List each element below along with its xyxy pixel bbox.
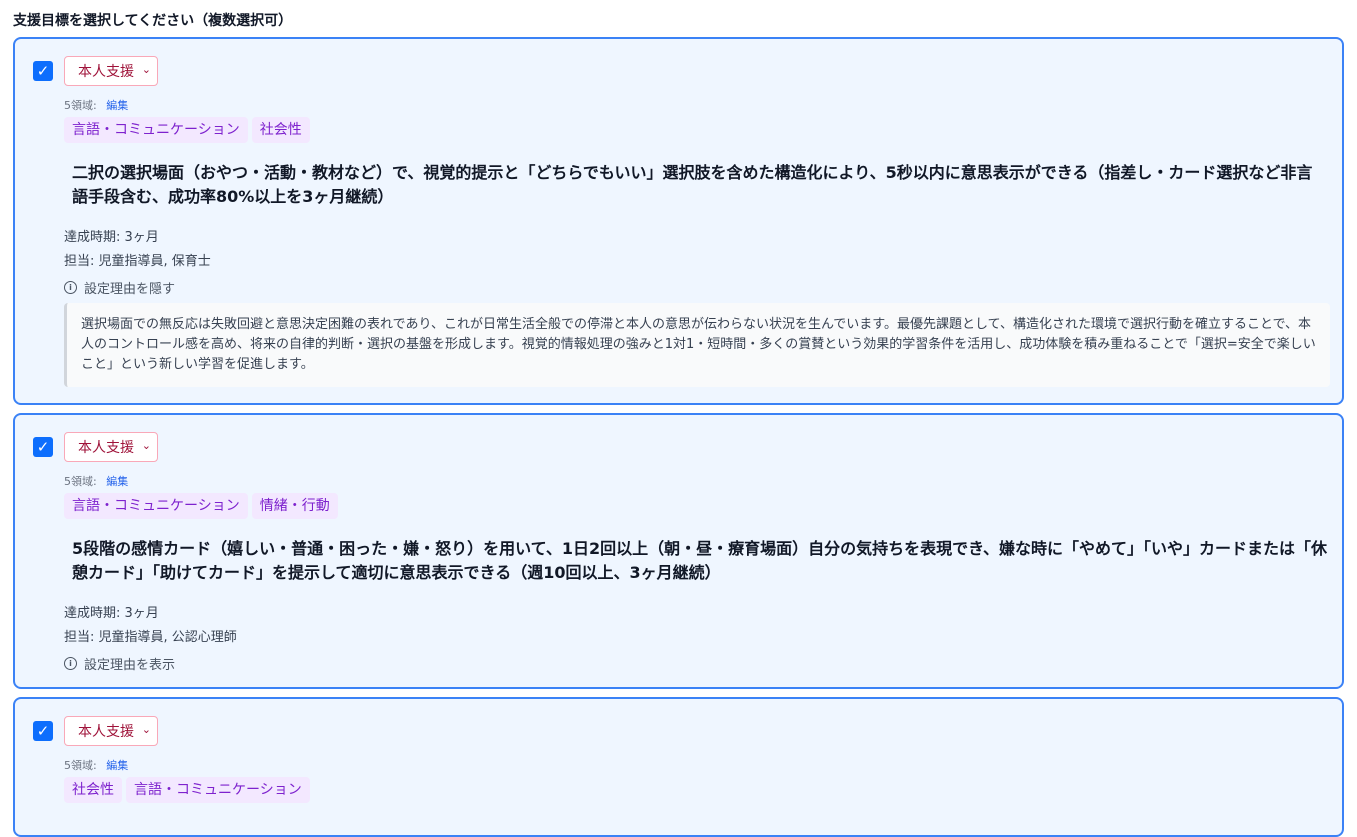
reason-toggle[interactable]: i 設定理由を表示 [64,654,175,673]
support-type-select[interactable]: 本人支援 ⌄ [64,432,158,462]
domain-tag: 情緒・行動 [251,493,338,519]
domain-tag: 言語・コミュニケーション [64,117,248,143]
chevron-down-icon: ⌄ [141,723,151,736]
domain-label: 5領域: [64,475,97,488]
domain-row: 5領域: 編集 [64,97,128,113]
domain-label: 5領域: [64,759,97,772]
goal-card: ✓ 本人支援 ⌄ 5領域: 編集 言語・コミュニケーション 社会性 二択の選択場… [13,37,1344,405]
support-type-select[interactable]: 本人支援 ⌄ [64,56,158,86]
chevron-down-icon: ⌄ [141,439,151,452]
check-icon: ✓ [36,437,50,456]
goal-text: 二択の選択場面（おやつ・活動・教材など）で、視覚的提示と「どちらでもいい」選択肢… [72,163,1313,206]
goal-text: 5段階の感情カード（嬉しい・普通・困った・嫌・怒り）を用いて、1日2回以上（朝・… [72,539,1328,582]
edit-domain-link[interactable]: 編集 [106,99,128,112]
edit-domain-link[interactable]: 編集 [106,759,128,772]
goal-checkbox[interactable]: ✓ [33,61,53,81]
goal-period: 達成時期: 3ヶ月 [64,230,159,245]
domain-label: 5領域: [64,99,97,112]
edit-domain-link[interactable]: 編集 [106,475,128,488]
domain-tags: 言語・コミュニケーション 情緒・行動 [64,493,338,519]
reason-toggle[interactable]: i 設定理由を隠す [64,278,175,297]
reason-text: 選択場面での無反応は失敗回避と意思決定困難の表れであり、これが日常生活全般での停… [64,303,1330,387]
domain-tags: 言語・コミュニケーション 社会性 [64,117,310,143]
domain-tag: 言語・コミュニケーション [64,493,248,519]
domain-tag: 社会性 [64,777,122,803]
goal-staff: 担当: 児童指導員, 公認心理師 [64,630,237,645]
support-type-value: 本人支援 [78,64,134,80]
goal-card: ✓ 本人支援 ⌄ 5領域: 編集 社会性 言語・コミュニケーション [13,697,1344,837]
info-icon: i [64,657,77,670]
support-type-value: 本人支援 [78,440,134,456]
page-heading: 支援目標を選択してください（複数選択可） [13,13,293,29]
domain-tag: 社会性 [251,117,310,143]
goal-staff: 担当: 児童指導員, 保育士 [64,254,211,269]
reason-toggle-label: 設定理由を表示 [84,658,176,673]
reason-toggle-label: 設定理由を隠す [84,282,176,297]
support-type-value: 本人支援 [78,724,134,740]
goal-period: 達成時期: 3ヶ月 [64,606,159,621]
chevron-down-icon: ⌄ [141,63,151,76]
goal-checkbox[interactable]: ✓ [33,721,53,741]
check-icon: ✓ [36,61,50,80]
domain-row: 5領域: 編集 [64,473,128,489]
domain-tag: 言語・コミュニケーション [126,777,310,803]
check-icon: ✓ [36,721,50,740]
goal-checkbox[interactable]: ✓ [33,437,53,457]
support-type-select[interactable]: 本人支援 ⌄ [64,716,158,746]
domain-row: 5領域: 編集 [64,757,128,773]
info-icon: i [64,281,77,294]
goal-card: ✓ 本人支援 ⌄ 5領域: 編集 言語・コミュニケーション 情緒・行動 5段階の… [13,413,1344,689]
domain-tags: 社会性 言語・コミュニケーション [64,777,310,803]
